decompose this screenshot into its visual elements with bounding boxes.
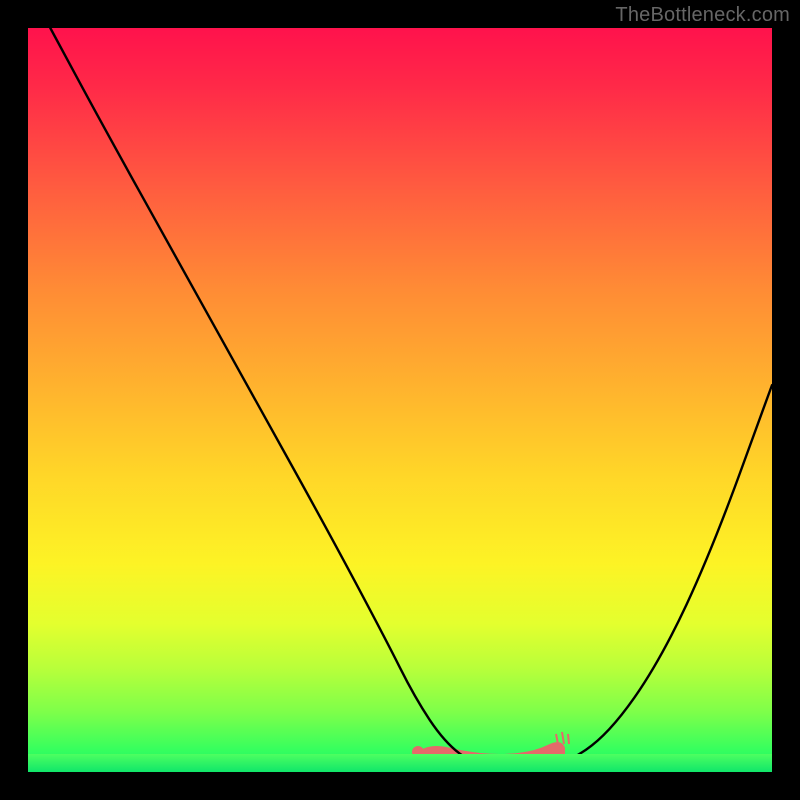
plot-area [28,28,772,772]
green-baseline-band [28,754,772,772]
watermark-text: TheBottleneck.com [615,4,790,27]
main-curve-path [50,28,772,768]
chart-frame: TheBottleneck.com [0,0,800,800]
curve-svg [28,28,772,772]
